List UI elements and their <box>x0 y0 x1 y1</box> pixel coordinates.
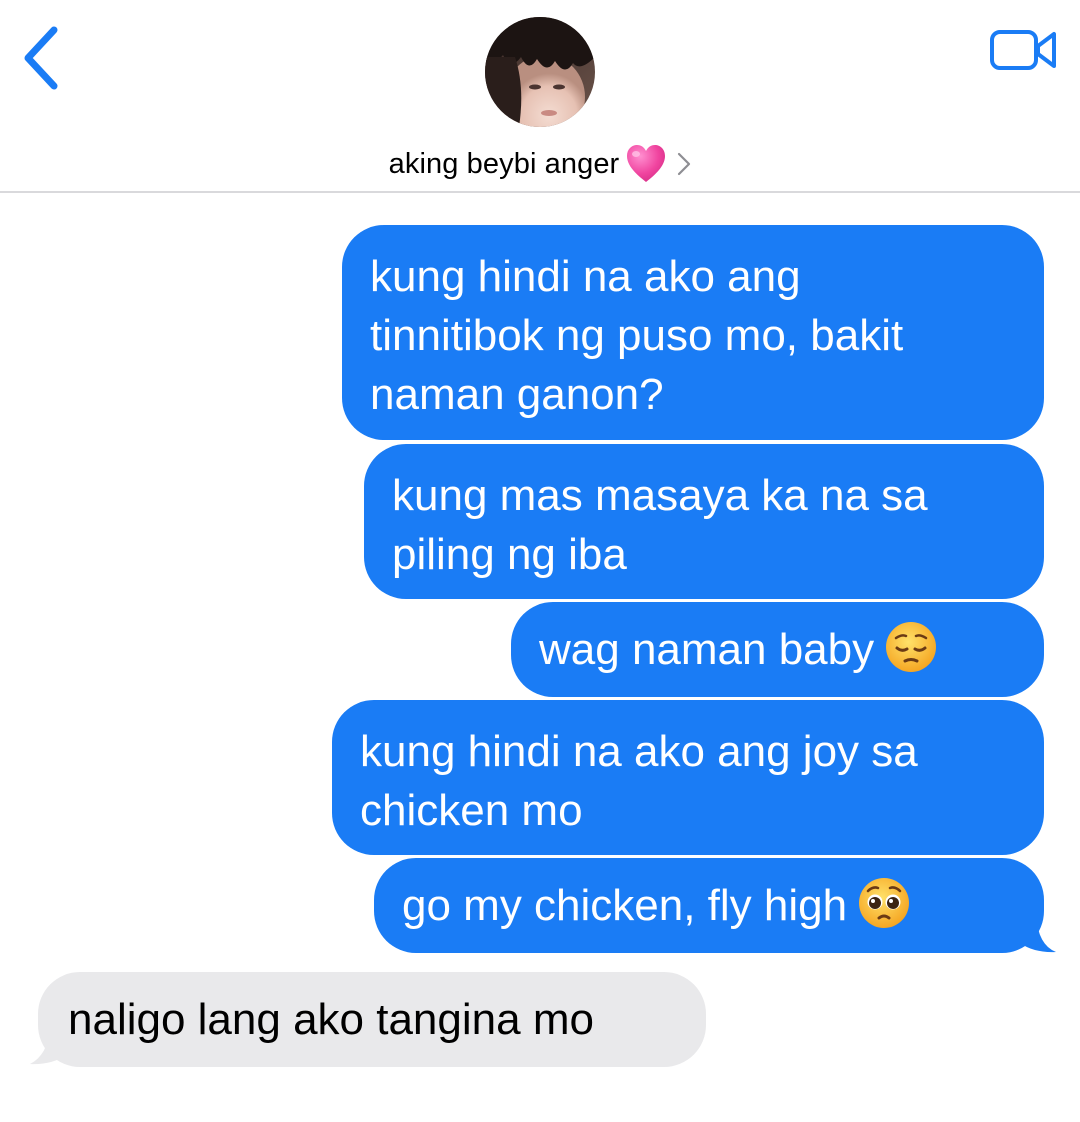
message-text: go my chicken, fly high <box>402 881 848 930</box>
received-bubble-tail <box>30 1027 66 1065</box>
conversation-header: aking beybi anger <box>0 0 1080 193</box>
message-text: kung hindi na ako ang tinnitibok ng puso… <box>370 252 904 419</box>
message-bubble-sent[interactable]: kung mas masaya ka na sa piling ng iba <box>364 444 1044 599</box>
message-bubble-sent[interactable]: go my chicken, fly high <box>374 858 1044 953</box>
contact-avatar[interactable] <box>485 17 595 127</box>
sent-bubble-tail <box>1020 915 1056 953</box>
pink-heart-icon <box>627 145 666 182</box>
video-camera-icon <box>990 30 1056 70</box>
message-text: kung mas masaya ka na sa piling ng iba <box>392 471 928 579</box>
contact-name: aking beybi anger <box>388 147 620 180</box>
contact-name-row[interactable]: aking beybi anger <box>0 140 1080 188</box>
back-button[interactable] <box>16 22 68 94</box>
chevron-right-icon <box>678 152 691 176</box>
avatar-photo <box>485 17 595 127</box>
pleading-face-emoji <box>859 878 910 928</box>
message-bubble-sent[interactable]: kung hindi na ako ang joy sa chicken mo <box>332 700 1044 855</box>
message-text: naligo lang ako tangina mo <box>68 995 594 1044</box>
pensive-face-emoji <box>886 622 937 672</box>
message-bubble-sent[interactable]: wag naman baby <box>511 602 1044 697</box>
message-text: kung hindi na ako ang joy sa chicken mo <box>360 727 918 835</box>
message-text: wag naman baby <box>539 625 875 674</box>
message-bubble-sent[interactable]: kung hindi na ako ang tinnitibok ng puso… <box>342 225 1044 440</box>
facetime-video-button[interactable] <box>988 26 1060 74</box>
chevron-left-icon <box>24 26 58 90</box>
message-bubble-received[interactable]: naligo lang ako tangina mo <box>38 972 706 1067</box>
